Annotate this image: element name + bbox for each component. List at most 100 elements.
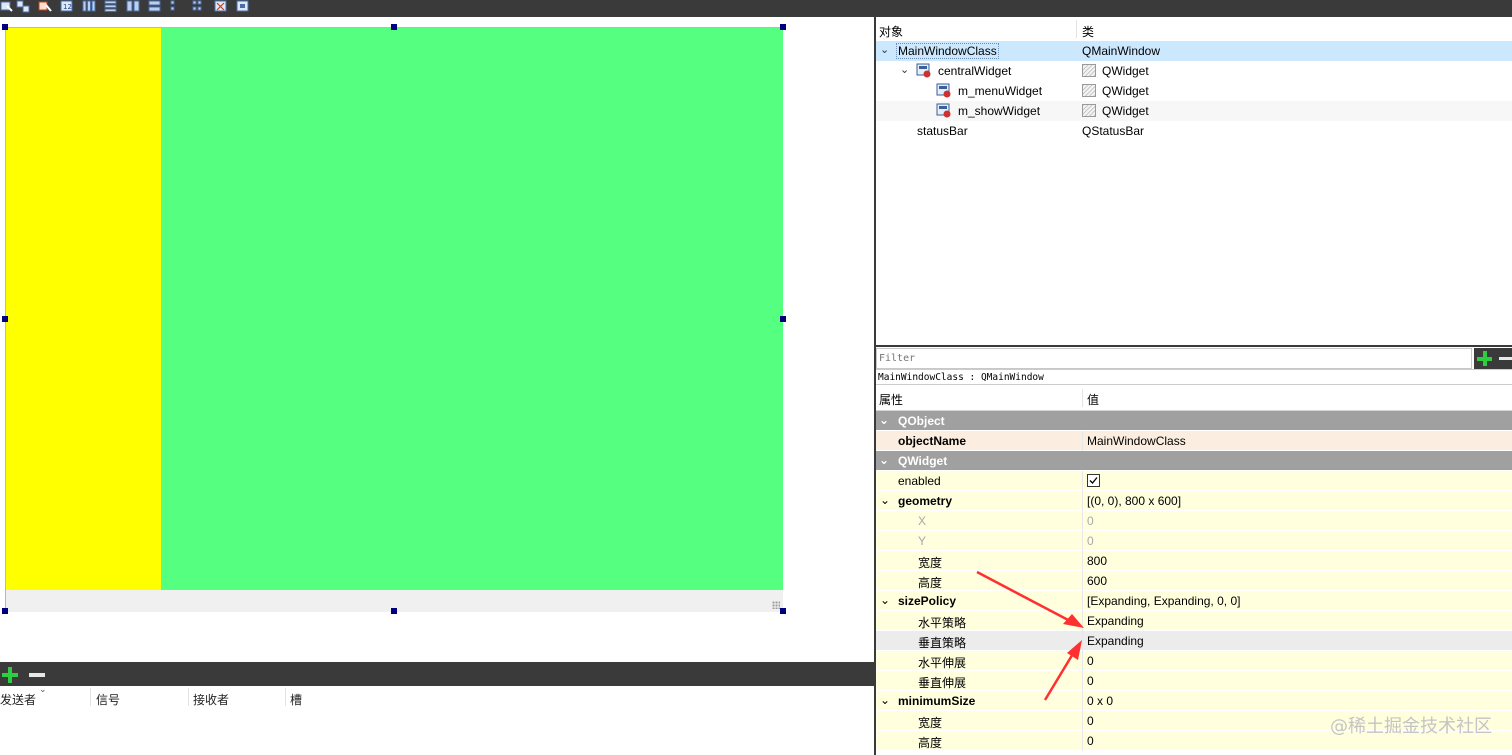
property-row-width[interactable]: 宽度 800 <box>876 551 1512 571</box>
layout-vertical-icon[interactable] <box>104 0 118 13</box>
property-value[interactable]: [(0, 0), 800 x 600] <box>1087 494 1181 508</box>
slot-column-header[interactable]: 槽 <box>290 691 302 708</box>
tree-row-statusbar[interactable]: statusBar QStatusBar <box>876 121 1512 141</box>
sender-column-header[interactable]: 发送者 <box>0 691 36 708</box>
column-divider <box>1082 471 1083 491</box>
property-value[interactable]: 600 <box>1087 574 1107 588</box>
column-divider <box>1082 491 1083 511</box>
resize-handle-bottom[interactable] <box>391 608 397 614</box>
object-class: QStatusBar <box>1082 124 1145 138</box>
property-filter-bar <box>876 345 1512 369</box>
edit-tab-order-icon[interactable]: 12 <box>60 0 74 13</box>
edit-signals-icon[interactable] <box>16 0 30 13</box>
layout-grid-icon[interactable] <box>170 0 184 13</box>
property-name: QObject <box>898 414 945 428</box>
resize-handle-bottom-left[interactable] <box>2 608 8 614</box>
chevron-down-icon[interactable]: ⌄ <box>900 63 909 76</box>
main-window-form[interactable] <box>5 27 783 612</box>
resize-handle-top[interactable] <box>391 24 397 30</box>
chevron-down-icon[interactable]: ⌄ <box>879 453 889 467</box>
layout-horizontal-icon[interactable] <box>82 0 96 13</box>
chevron-down-icon[interactable]: ⌄ <box>880 693 890 707</box>
property-value[interactable]: 0 <box>1087 514 1094 528</box>
object-name: centralWidget <box>938 64 1012 78</box>
property-value[interactable]: 0 x 0 <box>1087 694 1113 708</box>
object-name: statusBar <box>917 124 968 138</box>
property-row-vertical-policy[interactable]: 垂直策略 Expanding <box>876 631 1512 651</box>
property-value[interactable]: 800 <box>1087 554 1107 568</box>
object-inspector-header: 对象 类 <box>876 17 1512 41</box>
chevron-down-icon[interactable]: ⌄ <box>880 493 890 507</box>
remove-dynamic-property-button[interactable] <box>1496 348 1512 369</box>
minus-icon <box>1499 357 1512 360</box>
tree-row-m-menuwidget[interactable]: m_menuWidget QWidget <box>876 81 1512 101</box>
property-editor-caption: MainWindowClass : QMainWindow <box>876 369 1512 385</box>
property-row-y[interactable]: Y 0 <box>876 531 1512 551</box>
property-group-qwidget[interactable]: ⌄ QWidget <box>876 451 1512 471</box>
property-value[interactable]: 0 <box>1087 674 1094 688</box>
column-divider <box>1076 20 1077 38</box>
remove-connection-button[interactable] <box>28 666 46 684</box>
property-row-horizontal-policy[interactable]: 水平策略 Expanding <box>876 611 1512 631</box>
signal-column-header[interactable]: 信号 <box>96 691 120 708</box>
value-column-header[interactable]: 值 <box>1087 391 1099 408</box>
class-column-header[interactable]: 类 <box>1082 23 1094 40</box>
break-layout-icon[interactable] <box>214 0 228 13</box>
property-value[interactable]: [Expanding, Expanding, 0, 0] <box>1087 594 1240 608</box>
layout-form-icon[interactable] <box>192 0 206 13</box>
property-row-enabled[interactable]: enabled <box>876 471 1512 491</box>
property-column-header[interactable]: 属性 <box>879 391 903 408</box>
property-name: 高度 <box>918 736 943 750</box>
property-row-objectname[interactable]: objectName MainWindowClass <box>876 431 1512 451</box>
form-editor-canvas[interactable] <box>0 17 874 662</box>
size-grip-icon[interactable] <box>772 601 780 609</box>
m-menu-widget-area[interactable] <box>6 28 161 590</box>
object-column-header[interactable]: 对象 <box>879 23 903 40</box>
layout-horizontal-splitter-icon[interactable] <box>126 0 140 13</box>
property-row-horizontal-stretch[interactable]: 水平伸展 0 <box>876 651 1512 671</box>
signal-slot-toolbar <box>0 662 874 686</box>
resize-handle-top-right[interactable] <box>780 24 786 30</box>
adjust-size-icon[interactable] <box>236 0 250 13</box>
property-row-minimumsize[interactable]: ⌄ minimumSize 0 x 0 <box>876 691 1512 711</box>
add-dynamic-property-button[interactable] <box>1474 348 1496 369</box>
property-name: objectName <box>898 434 967 448</box>
add-connection-button[interactable] <box>1 666 19 684</box>
filter-input[interactable] <box>876 348 1472 369</box>
tree-row-m-showwidget[interactable]: m_showWidget QWidget <box>876 101 1512 121</box>
property-row-geometry[interactable]: ⌄ geometry [(0, 0), 800 x 600] <box>876 491 1512 511</box>
edit-widgets-icon[interactable] <box>0 0 14 13</box>
property-row-vertical-stretch[interactable]: 垂直伸展 0 <box>876 671 1512 691</box>
m-show-widget-area[interactable] <box>161 28 783 590</box>
property-value[interactable]: 0 <box>1087 734 1094 748</box>
property-row-height[interactable]: 高度 600 <box>876 571 1512 591</box>
chevron-down-icon[interactable]: ⌄ <box>880 43 889 56</box>
edit-buddies-icon[interactable] <box>38 0 52 13</box>
chevron-down-icon[interactable]: ⌄ <box>879 413 889 427</box>
property-value[interactable]: 0 <box>1087 714 1094 728</box>
property-row-x[interactable]: X 0 <box>876 511 1512 531</box>
widget-icon <box>936 103 951 118</box>
property-value[interactable]: Expanding <box>1087 634 1144 648</box>
signal-slot-list[interactable] <box>0 710 874 755</box>
enabled-checkbox[interactable] <box>1087 474 1100 487</box>
resize-handle-right[interactable] <box>780 316 786 322</box>
tree-row-centralwidget[interactable]: ⌄ centralWidget QWidget <box>876 61 1512 81</box>
object-class: QWidget <box>1102 84 1149 98</box>
resize-handle-top-left[interactable] <box>2 24 8 30</box>
resize-handle-left[interactable] <box>2 316 8 322</box>
property-value[interactable]: Expanding <box>1087 614 1144 628</box>
layout-vertical-splitter-icon[interactable] <box>148 0 162 13</box>
widget-class-icon <box>1082 64 1096 77</box>
property-value[interactable]: MainWindowClass <box>1087 434 1186 448</box>
property-value[interactable]: 0 <box>1087 654 1094 668</box>
chevron-down-icon[interactable]: ⌄ <box>880 593 890 607</box>
receiver-column-header[interactable]: 接收者 <box>193 691 229 708</box>
property-value[interactable]: 0 <box>1087 534 1094 548</box>
property-row-sizepolicy[interactable]: ⌄ sizePolicy [Expanding, Expanding, 0, 0… <box>876 591 1512 611</box>
property-name: sizePolicy <box>898 594 957 608</box>
resize-handle-bottom-right[interactable] <box>780 608 786 614</box>
property-name: 垂直伸展 <box>918 676 967 690</box>
tree-row-mainwindowclass[interactable]: ⌄ MainWindowClass QMainWindow <box>876 41 1512 61</box>
property-group-qobject[interactable]: ⌄ QObject <box>876 411 1512 431</box>
